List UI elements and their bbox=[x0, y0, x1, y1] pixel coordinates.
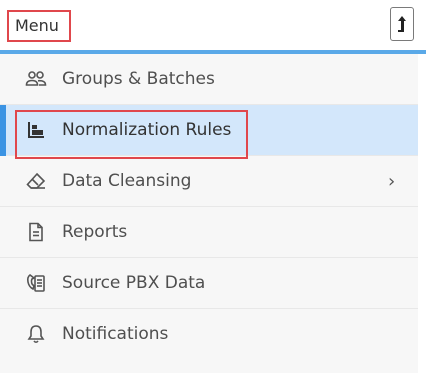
sidebar-menu: Groups & Batches Normalization Rules Dat… bbox=[0, 54, 418, 373]
eraser-icon bbox=[25, 170, 47, 192]
active-indicator bbox=[0, 105, 6, 156]
sidebar-item-reports[interactable]: Reports bbox=[0, 207, 418, 258]
sidebar-item-source-pbx-data[interactable]: Source PBX Data bbox=[0, 258, 418, 309]
highlight-box bbox=[15, 110, 248, 159]
sidebar-item-notifications[interactable]: Notifications bbox=[0, 309, 418, 360]
collapse-button[interactable] bbox=[390, 7, 414, 41]
users-icon bbox=[25, 68, 47, 90]
sidebar-item-label: Data Cleansing bbox=[62, 171, 192, 191]
pbx-phone-icon bbox=[25, 272, 47, 294]
sidebar-item-data-cleansing[interactable]: Data Cleansing › bbox=[0, 156, 418, 207]
document-icon bbox=[25, 221, 47, 243]
menu-title: Menu bbox=[7, 10, 71, 42]
sidebar-item-label: Source PBX Data bbox=[62, 273, 206, 293]
sidebar-item-label: Notifications bbox=[62, 324, 169, 344]
bell-icon bbox=[25, 323, 47, 345]
menu-header: Menu bbox=[0, 0, 426, 50]
chevron-right-icon: › bbox=[388, 171, 396, 192]
sidebar-item-groups-batches[interactable]: Groups & Batches bbox=[0, 54, 418, 105]
sidebar-item-label: Reports bbox=[62, 222, 128, 242]
arrow-up-bar-icon bbox=[398, 16, 406, 32]
sidebar-item-label: Groups & Batches bbox=[62, 69, 215, 89]
